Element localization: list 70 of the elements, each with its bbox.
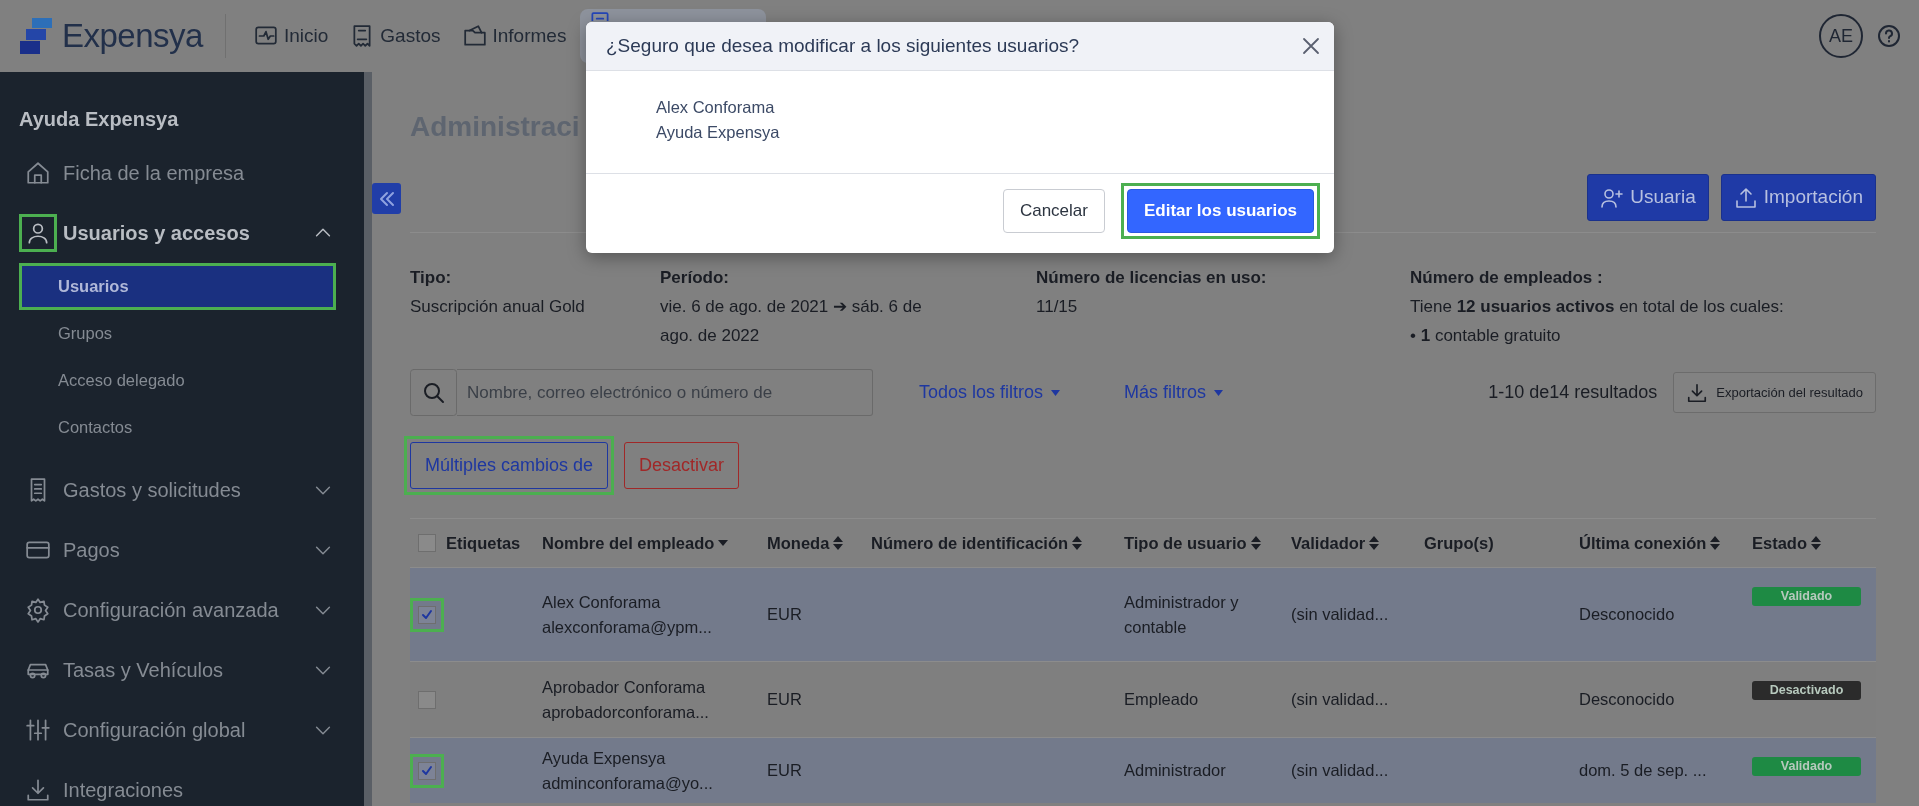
table-cell: EUR	[767, 605, 802, 623]
summary-value: Tiene 12 usuarios activos en total de los cuales:	[1410, 296, 1785, 318]
summary-label: Número de licencias en uso:	[1036, 267, 1268, 289]
sidebar-item[interactable]: Pagos	[19, 520, 364, 580]
employee-email: alexconforama@ypm...	[542, 616, 713, 638]
table-cell-text: Administrador	[1124, 760, 1227, 781]
sidebar-subitem[interactable]: Contactos	[22, 407, 333, 448]
table-cell: dom. 5 de sep. ...	[1579, 761, 1707, 779]
user-name: Ayuda Expensya	[656, 122, 781, 143]
summary-label: Período:	[660, 267, 730, 289]
column-header[interactable]: Moneda	[767, 530, 830, 556]
column-header[interactable]: Número de identificación	[871, 530, 1069, 556]
sidebar-item[interactable]: Tasas y Vehículos	[19, 640, 364, 700]
table-cell-text: Empleado	[1124, 689, 1200, 710]
summary-value: vie. 6 de ago. de 2021 ➔ sáb. 6 de ago. de 2022	[660, 296, 923, 347]
sidebar-subitem[interactable]: Grupos	[22, 313, 333, 354]
column-header[interactable]: Etiquetas	[446, 530, 521, 556]
table-cell: EUR	[767, 761, 802, 779]
cancel-button[interactable]: Cancelar	[1002, 189, 1105, 233]
summary-value: 11/15	[1036, 296, 1079, 318]
sidebar-subitem[interactable]: Usuarios	[22, 266, 333, 307]
summary-label: Tipo:	[410, 267, 453, 289]
table-cell-text: Administrador y contable	[1124, 591, 1240, 638]
status-badge: Desactivado	[1752, 681, 1861, 700]
column-header[interactable]: Validador	[1291, 530, 1366, 556]
employee-name: Alex Conforama	[542, 591, 662, 613]
sidebar-title: Ayuda Expensya	[19, 107, 180, 132]
nav-tab[interactable]: Inicio	[245, 15, 337, 57]
summary-note: • 1 contable gratuito	[1410, 325, 1562, 347]
table-cell: (sin validad...	[1291, 761, 1389, 779]
export-button[interactable]: Exportación del resultado	[1673, 372, 1876, 413]
sidebar-subitem[interactable]: Acceso delegado	[22, 360, 333, 401]
nav-tab[interactable]: Informes	[454, 15, 575, 57]
sidebar-item[interactable]: Usuarios y accesos	[19, 203, 364, 263]
table-cell: Desconocido	[1579, 690, 1675, 708]
brand-name: Expensya	[62, 16, 203, 57]
status-badge: Validado	[1752, 587, 1861, 606]
table-cell: Desconocido	[1579, 605, 1675, 623]
summary-label: Número de empleados :	[1410, 267, 1604, 289]
import-button[interactable]: Importación	[1720, 174, 1876, 221]
table-cell: (sin validad...	[1291, 605, 1389, 623]
summary-value: Suscripción anual Gold	[410, 296, 586, 318]
column-header[interactable]: Tipo de usuario	[1124, 530, 1247, 556]
modal-title: ¿Seguro que desea modificar a los siguientes usuarios?	[606, 33, 1080, 58]
add-user-button[interactable]: Usuaria	[1587, 174, 1709, 221]
employee-name: Ayuda Expensya	[542, 747, 667, 769]
results-count: 1-10 de14 resultados	[1488, 381, 1658, 404]
sidebar-item[interactable]: Ficha de la empresa	[19, 143, 364, 203]
user-name: Alex Conforama	[656, 97, 776, 118]
filter-dropdown[interactable]: Más filtros	[1118, 378, 1230, 407]
column-header[interactable]: Última conexión	[1579, 530, 1707, 556]
employee-name: Aprobador Conforama	[542, 676, 707, 698]
column-header[interactable]: Estado	[1752, 530, 1807, 556]
confirm-button[interactable]: Editar los usuarios	[1126, 189, 1314, 233]
employee-email: adminconforama@yo...	[542, 772, 714, 794]
user-avatar[interactable]: AE	[1819, 14, 1863, 58]
sidebar-item[interactable]: Configuración global	[19, 700, 364, 760]
table-cell: (sin validad...	[1291, 690, 1389, 708]
sidebar-item[interactable]: Gastos y solicitudes	[19, 460, 364, 520]
search-field[interactable]: Nombre, correo electrónico o número de	[457, 369, 873, 416]
column-header[interactable]: Grupo(s)	[1424, 530, 1494, 556]
sidebar-item[interactable]: Configuración avanzada	[19, 580, 364, 640]
filter-dropdown[interactable]: Todos los filtros	[913, 378, 1067, 407]
employee-email: aprobadorconforama...	[542, 701, 710, 723]
table-cell: EUR	[767, 690, 802, 708]
bulk-edit-button[interactable]: Múltiples cambios de	[410, 442, 609, 489]
sidebar-item[interactable]: Integraciones	[19, 760, 364, 806]
nav-tab[interactable]: Gastos	[342, 15, 449, 57]
status-badge: Validado	[1752, 757, 1861, 776]
column-header[interactable]: Nombre del empleado	[542, 530, 715, 556]
